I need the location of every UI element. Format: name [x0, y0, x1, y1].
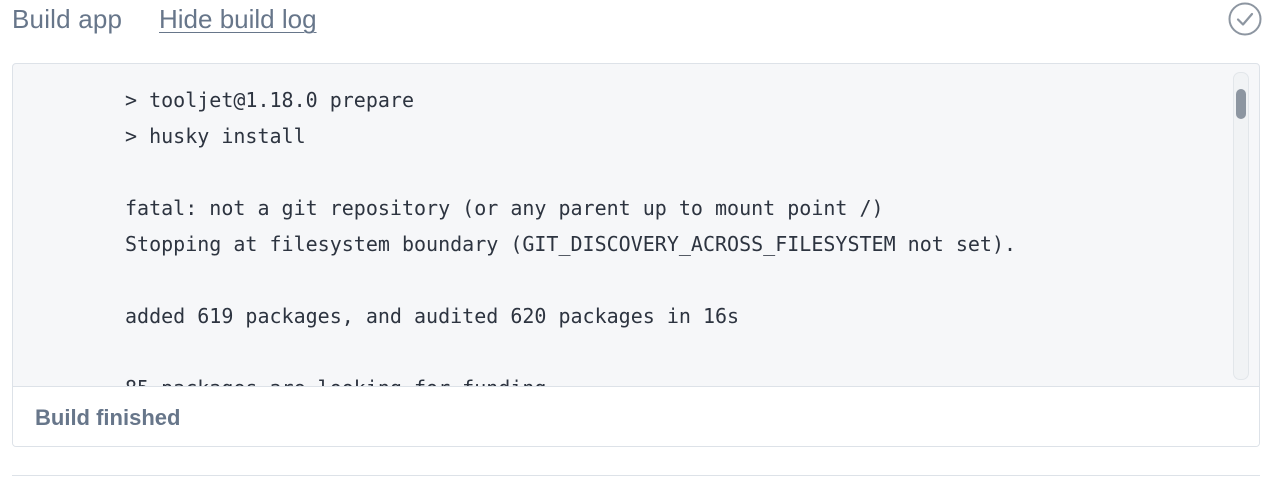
log-line: fatal: not a git repository (or any pare…: [125, 196, 884, 220]
section-divider: [12, 475, 1260, 476]
log-scrollbar-thumb[interactable]: [1236, 89, 1246, 119]
log-line: > husky install: [125, 124, 306, 148]
log-line: added 619 packages, and audited 620 pack…: [125, 304, 740, 328]
log-line: [125, 334, 1016, 370]
build-status-text: Build finished: [35, 405, 181, 430]
build-log-lines: > tooljet@1.18.0 prepare > husky install…: [125, 82, 1016, 386]
page-title: Build app: [12, 4, 123, 34]
build-log-output: > tooljet@1.18.0 prepare > husky install…: [13, 64, 1231, 386]
build-log-panel: > tooljet@1.18.0 prepare > husky install…: [12, 63, 1260, 447]
build-status-bar: Build finished: [13, 386, 1259, 446]
log-line: [125, 262, 1016, 298]
build-step-header: Build app Hide build log: [12, 0, 1262, 40]
hide-build-log-link[interactable]: Hide build log: [159, 4, 317, 35]
log-scrollbar[interactable]: [1233, 72, 1249, 380]
log-line: Stopping at filesystem boundary (GIT_DIS…: [125, 232, 1017, 256]
check-circle-icon: [1228, 2, 1262, 36]
log-line: 85 packages are looking for funding: [125, 370, 1016, 386]
log-line: [125, 154, 1016, 190]
log-line: > tooljet@1.18.0 prepare: [125, 88, 414, 112]
